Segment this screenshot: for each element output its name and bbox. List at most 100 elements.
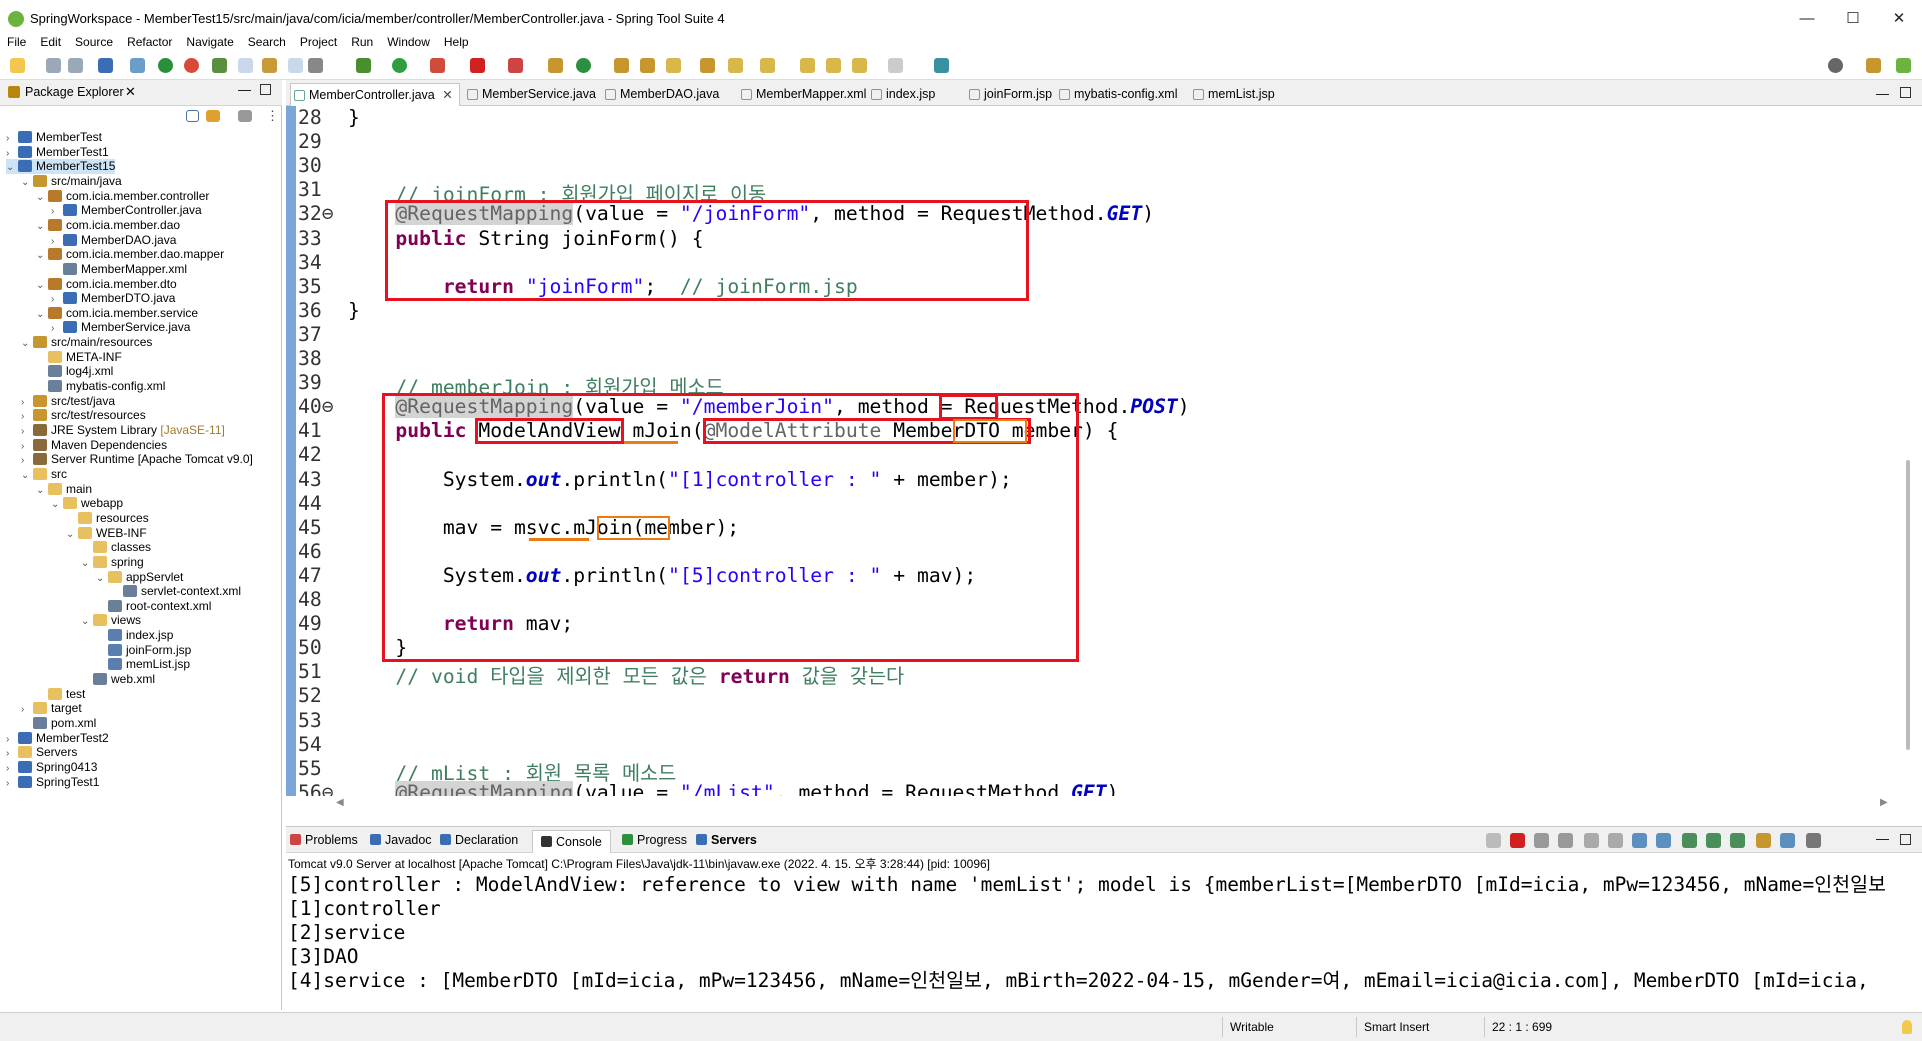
search-icon[interactable] — [1828, 58, 1843, 73]
tree-item[interactable]: web.xml — [81, 672, 155, 687]
spring-refresh-icon[interactable] — [184, 58, 199, 73]
tree-item[interactable]: MemberMapper.xml — [51, 262, 187, 277]
menu-navigate[interactable]: Navigate — [179, 32, 240, 52]
tree-item[interactable]: › target — [21, 701, 82, 716]
tree-item[interactable]: index.jsp — [96, 628, 173, 643]
open-console-icon[interactable] — [1730, 833, 1745, 848]
tree-item[interactable]: log4j.xml — [36, 364, 113, 379]
last-edit-icon[interactable] — [800, 58, 815, 73]
tree-item[interactable]: ⌄ com.icia.member.dto — [36, 277, 177, 292]
close-view-icon[interactable]: ✕ — [125, 84, 136, 100]
tree-item[interactable]: META-INF — [36, 350, 122, 365]
expanded-arrow-icon[interactable]: ⌄ — [81, 615, 93, 630]
terminate-icon[interactable] — [1510, 833, 1525, 848]
pencil-icon[interactable] — [666, 58, 681, 73]
link-with-editor-icon[interactable] — [206, 110, 220, 122]
open-type-icon[interactable] — [614, 58, 629, 73]
forward-icon[interactable] — [888, 58, 903, 73]
expanded-arrow-icon[interactable]: ⌄ — [6, 161, 18, 176]
search-file-icon[interactable] — [700, 58, 715, 73]
close-tab-icon[interactable]: ✕ — [442, 84, 452, 106]
close-button[interactable]: ✕ — [1876, 6, 1922, 32]
save-icon[interactable] — [46, 58, 61, 73]
back-icon[interactable] — [852, 58, 867, 73]
tree-item[interactable]: ⌄ appServlet — [96, 570, 183, 585]
editor-tab[interactable]: index.jsp — [868, 83, 935, 106]
tree-item[interactable]: pom.xml — [21, 716, 96, 731]
display-console-icon[interactable] — [1706, 833, 1721, 848]
console-tab[interactable]: Problems — [290, 833, 358, 847]
maximize-button[interactable]: ☐ — [1830, 6, 1876, 32]
view-menu-icon[interactable]: ⋮ — [266, 108, 279, 124]
editor-maximize-icon[interactable] — [1900, 87, 1911, 98]
expanded-arrow-icon[interactable]: ⌄ — [21, 337, 33, 352]
tree-item[interactable]: mybatis-config.xml — [36, 379, 165, 394]
save-all-icon[interactable] — [68, 58, 83, 73]
tree-item[interactable]: servlet-context.xml — [111, 584, 241, 599]
minimize-button[interactable]: — — [1784, 6, 1830, 32]
menu-refactor[interactable]: Refactor — [120, 32, 179, 52]
maximize-view-icon[interactable] — [260, 84, 271, 95]
menu-source[interactable]: Source — [68, 32, 120, 52]
pin-editor-icon[interactable] — [934, 58, 949, 73]
menu-run[interactable]: Run — [344, 32, 380, 52]
expanded-arrow-icon[interactable]: ⌄ — [96, 572, 108, 587]
external-tools-icon[interactable] — [430, 58, 445, 73]
scroll-left-icon[interactable]: ◀ — [336, 797, 344, 808]
expanded-arrow-icon[interactable]: ⌄ — [36, 191, 48, 206]
collapse-all-icon[interactable] — [186, 110, 199, 122]
editor-tab[interactable]: MemberController.java ✕ — [290, 83, 460, 106]
scroll-right-icon[interactable]: ▶ — [1880, 797, 1888, 808]
tree-item[interactable]: ⌄ src/main/resources — [21, 335, 152, 350]
new-class-icon[interactable] — [576, 58, 591, 73]
console-tab[interactable]: Servers — [696, 833, 757, 847]
show-stdout-icon[interactable] — [1632, 833, 1647, 848]
tree-item[interactable]: ⌄ main — [36, 482, 92, 497]
horizontal-scrollbar[interactable]: ◀ ▶ — [286, 796, 1922, 812]
mark-occurrences-icon[interactable] — [238, 58, 253, 73]
tree-item[interactable]: ⌄ com.icia.member.controller — [36, 189, 209, 204]
expanded-arrow-icon[interactable]: ⌄ — [36, 279, 48, 294]
run-icon[interactable] — [392, 58, 407, 73]
tree-item[interactable]: ⌄ WEB-INF — [66, 526, 147, 541]
expanded-arrow-icon[interactable]: ⌄ — [36, 484, 48, 499]
tree-item[interactable]: ⌄ MemberTest15 — [6, 159, 116, 176]
show-stderr-icon[interactable] — [1656, 833, 1671, 848]
editor-tab[interactable]: memList.jsp — [1190, 83, 1275, 106]
scroll-lock-icon[interactable] — [1584, 833, 1599, 848]
package-explorer-tab[interactable]: Package Explorer — [25, 85, 124, 99]
tree-item[interactable]: › src/test/resources — [21, 408, 146, 423]
block-selection-icon[interactable] — [288, 58, 303, 73]
code-line[interactable]: // void 타입을 제외한 모든 값은 return 값을 갖는다 — [348, 660, 904, 689]
menu-help[interactable]: Help — [437, 32, 476, 52]
code-line[interactable]: @RequestMapping(value = "/mList", method… — [348, 780, 1118, 796]
expanded-arrow-icon[interactable]: ⌄ — [21, 176, 33, 191]
console-minimize-icon[interactable]: — — [1876, 831, 1889, 846]
tree-item[interactable]: › src/test/java — [21, 394, 115, 409]
lightbulb-icon[interactable] — [1902, 1020, 1912, 1034]
tree-item[interactable]: › MemberTest — [6, 130, 102, 145]
code-line[interactable]: } — [348, 106, 360, 129]
forward-edit-icon[interactable] — [826, 58, 841, 73]
editor-tab[interactable]: MemberService.java — [464, 83, 596, 106]
remove-all-icon[interactable] — [1534, 833, 1549, 848]
tree-item[interactable]: › MemberController.java — [51, 203, 202, 218]
editor-tab[interactable]: MemberMapper.xml — [738, 83, 866, 106]
settings-icon[interactable] — [1806, 833, 1821, 848]
toggle-icon[interactable] — [262, 58, 277, 73]
new-console-icon[interactable] — [1756, 833, 1771, 848]
tree-item[interactable]: › Servers — [6, 745, 77, 760]
tree-item[interactable]: ⌄ webapp — [51, 496, 123, 511]
tree-item[interactable]: joinForm.jsp — [96, 643, 191, 658]
tree-item[interactable]: › MemberDTO.java — [51, 291, 175, 306]
server-icon[interactable] — [508, 58, 523, 73]
tree-item[interactable]: memList.jsp — [96, 657, 190, 672]
debug-run-icon[interactable] — [356, 58, 371, 73]
filter-icon[interactable] — [1780, 833, 1795, 848]
status-insert-mode[interactable]: Smart Insert — [1364, 1020, 1429, 1034]
open-perspective-icon[interactable] — [1866, 58, 1881, 73]
console-output[interactable]: [5]controller : ModelAndView: reference … — [288, 873, 1898, 1003]
tree-item[interactable]: › MemberTest2 — [6, 731, 109, 746]
console-tab[interactable]: Declaration — [440, 833, 518, 847]
tree-item[interactable]: › JRE System Library [JavaSE-11] — [21, 423, 225, 438]
